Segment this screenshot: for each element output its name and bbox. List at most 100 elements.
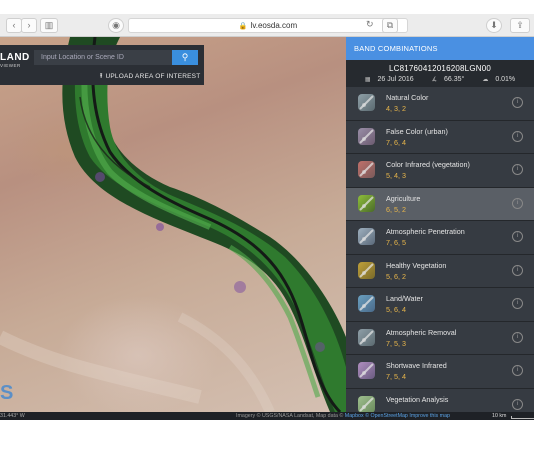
attribution-prefix: Imagery © USGS/NASA Landsat, Map data © — [236, 413, 345, 419]
brand-logo: LAND — [0, 52, 30, 63]
combination-name: Healthy Vegetation — [386, 260, 447, 270]
satellite-map[interactable] — [0, 37, 346, 412]
thumbnail-graphic — [359, 396, 374, 412]
band-combination-item[interactable]: Healthy Vegetation 5, 6, 2 i — [346, 254, 534, 288]
info-icon[interactable]: i — [512, 365, 523, 376]
info-icon[interactable]: i — [512, 130, 523, 142]
band-combination-item[interactable]: Vegetation Analysis i — [346, 388, 534, 412]
panel-title: BAND COMBINATIONS — [346, 37, 534, 60]
browser-toolbar: ‹ › ▥ ◉ 🔒 lv.eosda.com ↻ ⧉ ⬇ ⇪ — [0, 14, 534, 37]
combination-thumbnail — [358, 94, 375, 111]
combination-name: False Color (urban) — [386, 126, 448, 136]
band-combination-item[interactable]: Color Infrared (vegetation) 5, 4, 3 i — [346, 154, 534, 188]
combination-bands: 7, 6, 4 — [386, 137, 406, 147]
combination-bands: 7, 6, 5 — [386, 238, 406, 247]
share-button[interactable]: ⇪ — [510, 18, 530, 33]
combination-bands: 6, 5, 2 — [386, 204, 406, 214]
tabs-button[interactable]: ⧉ — [382, 18, 398, 33]
downloads-button[interactable]: ⬇ — [486, 18, 502, 33]
lock-icon: 🔒 — [238, 23, 248, 30]
cloud-cover: 0.01% — [495, 76, 516, 83]
upload-label: UPLOAD AREA OF INTEREST — [105, 73, 201, 80]
info-icon[interactable]: i — [512, 331, 523, 343]
thumbnail-graphic — [359, 329, 374, 345]
combination-bands: 5, 4, 3 — [386, 171, 406, 180]
cursor-coordinates: 31.443° W — [0, 413, 25, 419]
map-attribution: Imagery © USGS/NASA Landsat, Map data © … — [236, 412, 450, 420]
thumbnail-graphic — [359, 195, 374, 211]
map-imagery — [0, 37, 346, 412]
thumbnail-graphic — [359, 296, 374, 311]
extension-icon: ◉ — [112, 20, 120, 30]
sidebar-icon: ▥ — [44, 20, 54, 30]
tabs-icon: ⧉ — [386, 20, 394, 30]
forward-button[interactable]: › — [21, 18, 37, 33]
band-combination-item[interactable]: Agriculture 6, 5, 2 i — [346, 187, 534, 221]
download-icon: ⬇ — [490, 20, 498, 30]
map-footer: 31.443° W Imagery © USGS/NASA Landsat, M… — [0, 412, 534, 420]
combination-name: Atmospheric Penetration — [386, 227, 465, 236]
scene-date: 26 Jul 2016 — [377, 76, 414, 83]
info-icon[interactable]: i — [512, 97, 523, 108]
combination-bands: 4, 3, 2 — [386, 104, 406, 113]
thumbnail-graphic — [359, 128, 374, 144]
brand-subtitle: VIEWER — [0, 63, 21, 68]
thumbnail-graphic — [359, 262, 374, 278]
combination-thumbnail — [358, 395, 375, 412]
band-combination-item[interactable]: Shortwave Infrared 7, 5, 4 i — [346, 355, 534, 389]
back-button[interactable]: ‹ — [6, 18, 22, 33]
band-combination-item[interactable]: Natural Color 4, 3, 2 i — [346, 87, 534, 121]
thumbnail-graphic — [359, 95, 374, 110]
combination-name: Land/Water — [386, 294, 423, 303]
search-icon: ⚲ — [181, 52, 189, 62]
band-combinations-panel: BAND COMBINATIONS LC81760412016208LGN00 … — [346, 37, 534, 412]
combination-thumbnail — [358, 295, 375, 312]
chevron-left-icon: ‹ — [12, 20, 16, 30]
info-icon[interactable]: i — [512, 264, 523, 276]
combination-name: Atmospheric Removal — [386, 327, 457, 337]
info-icon[interactable]: i — [512, 197, 523, 209]
combination-thumbnail — [358, 261, 375, 279]
band-combination-item[interactable]: False Color (urban) 7, 6, 4 i — [346, 120, 534, 154]
combination-bands: 5, 6, 4 — [386, 305, 406, 314]
sidebar-toggle-button[interactable]: ▥ — [40, 18, 58, 33]
upload-icon: ⭱ — [100, 73, 103, 80]
logo-fragment: S — [0, 382, 14, 404]
scale-label: 10 km — [492, 413, 507, 419]
band-combination-item[interactable]: Atmospheric Penetration 7, 6, 5 i — [346, 221, 534, 255]
scene-info: LC81760412016208LGN00 ▦ 26 Jul 2016 ∡ 66.3… — [346, 60, 534, 87]
search-input[interactable]: Input Location or Scene ID — [34, 50, 172, 65]
combination-thumbnail — [358, 161, 375, 178]
combination-name: Color Infrared (vegetation) — [386, 160, 470, 169]
upload-aoi-link[interactable]: ⭱ UPLOAD AREA OF INTEREST — [100, 72, 200, 83]
extension-button[interactable]: ◉ — [108, 18, 124, 33]
combination-bands: 5, 6, 2 — [386, 271, 406, 281]
combination-name: Vegetation Analysis — [386, 394, 449, 404]
combination-bands: 7, 5, 3 — [386, 338, 406, 348]
info-icon[interactable]: i — [512, 298, 523, 309]
band-combination-item[interactable]: Atmospheric Removal 7, 5, 3 i — [346, 321, 534, 355]
combination-thumbnail — [358, 127, 375, 145]
chevron-right-icon: › — [27, 20, 31, 30]
sun-angle: 66.35° — [444, 76, 465, 83]
band-combination-item[interactable]: Land/Water 5, 6, 4 i — [346, 288, 534, 322]
combination-thumbnail — [358, 362, 375, 379]
attribution-links[interactable]: Mapbox © OpenStreetMap Improve this map — [345, 413, 450, 419]
scale-bar — [511, 416, 534, 419]
share-icon: ⇪ — [516, 20, 524, 30]
combination-thumbnail — [358, 228, 375, 245]
info-icon[interactable]: i — [512, 164, 523, 175]
info-icon[interactable]: i — [512, 231, 523, 242]
reload-icon[interactable]: ↻ — [366, 18, 374, 31]
info-icon[interactable]: i — [512, 398, 523, 410]
thumbnail-graphic — [359, 363, 374, 378]
sun-angle-icon: ∡ — [431, 77, 438, 83]
combination-list: Natural Color 4, 3, 2 i False Color (urban)… — [346, 87, 534, 412]
thumbnail-graphic — [359, 162, 374, 177]
url-text: lv.eosda.com — [250, 21, 298, 30]
combination-thumbnail — [358, 328, 375, 346]
cloud-icon: ☁ — [482, 77, 489, 83]
scene-id: LC81760412016208LGN00 — [388, 64, 492, 73]
search-button[interactable]: ⚲ — [172, 50, 198, 65]
combination-thumbnail — [358, 194, 375, 212]
